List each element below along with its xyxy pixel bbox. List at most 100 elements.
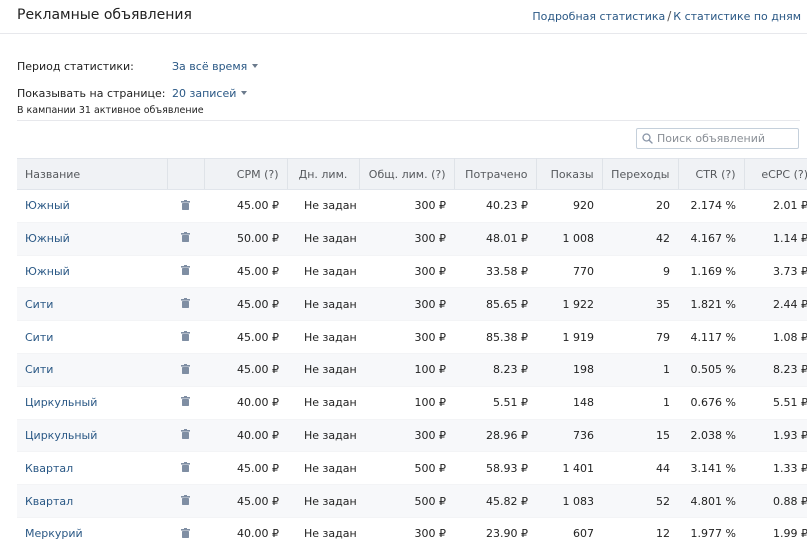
ecpc-cell: 2.44 ₽ bbox=[744, 287, 807, 322]
delete-button[interactable] bbox=[167, 255, 204, 289]
cpm-cell: 40.00 ₽ bbox=[204, 419, 287, 453]
cpm-cell: 45.00 ₽ bbox=[204, 320, 287, 354]
col-header-total-limit[interactable]: Общ. лим. (?) bbox=[359, 158, 455, 190]
ad-name-link[interactable]: Меркурий bbox=[17, 517, 167, 544]
delete-button[interactable] bbox=[167, 517, 204, 544]
delete-button[interactable] bbox=[167, 353, 204, 387]
spent-cell: 23.90 ₽ bbox=[454, 517, 536, 544]
ad-name-link[interactable]: Сити bbox=[17, 287, 167, 322]
delete-button[interactable] bbox=[167, 222, 204, 256]
col-header-impressions[interactable]: Показы bbox=[536, 158, 603, 190]
ad-name-link[interactable]: Циркульный bbox=[17, 386, 167, 420]
daily-limit-cell: Не задан bbox=[287, 386, 359, 420]
col-header-spent[interactable]: Потрачено bbox=[454, 158, 537, 190]
cpm-cell: 45.00 ₽ bbox=[204, 353, 287, 387]
impressions-cell: 736 bbox=[536, 419, 602, 453]
col-header-clicks[interactable]: Переходы bbox=[602, 158, 679, 190]
daily-stats-link[interactable]: К статистике по дням bbox=[673, 10, 801, 23]
clicks-cell: 79 bbox=[602, 320, 678, 354]
delete-button[interactable] bbox=[167, 386, 204, 420]
delete-button[interactable] bbox=[167, 287, 204, 322]
ctr-cell: 4.117 % bbox=[678, 320, 744, 354]
link-separator: / bbox=[667, 9, 672, 23]
ctr-cell: 0.676 % bbox=[678, 386, 744, 420]
trash-icon bbox=[181, 232, 190, 245]
total-limit-cell: 300 ₽ bbox=[359, 320, 454, 354]
ctr-cell: 1.977 % bbox=[678, 517, 744, 544]
clicks-cell: 12 bbox=[602, 517, 678, 544]
ad-name-link[interactable]: Циркульный bbox=[17, 419, 167, 453]
ctr-cell: 4.801 % bbox=[678, 484, 744, 518]
delete-button[interactable] bbox=[167, 320, 204, 354]
per-page-dropdown[interactable]: 20 записей bbox=[172, 87, 248, 100]
trash-icon bbox=[181, 527, 190, 541]
period-value: За всё время bbox=[172, 59, 248, 73]
table-row: Квартал 45.00 ₽ Не задан 500 ₽45.82 ₽1 083 5… bbox=[17, 484, 807, 518]
ad-name-link[interactable]: Южный bbox=[17, 189, 167, 223]
clicks-cell: 44 bbox=[602, 451, 678, 486]
ecpc-cell: 1.93 ₽ bbox=[744, 419, 807, 453]
per-page-label: Показывать на странице: bbox=[17, 86, 166, 100]
delete-button[interactable] bbox=[167, 189, 204, 223]
campaign-summary: В кампании 31 активное объявление bbox=[17, 105, 204, 116]
clicks-cell: 9 bbox=[602, 255, 678, 289]
trash-icon bbox=[181, 494, 190, 508]
trash-icon bbox=[181, 199, 190, 213]
ctr-cell: 2.038 % bbox=[678, 419, 744, 453]
ad-name-link[interactable]: Квартал bbox=[17, 451, 167, 486]
table-row: Меркурий 40.00 ₽ Не задан 300 ₽23.90 ₽607 12… bbox=[17, 517, 807, 544]
table-row: Сити 45.00 ₽ Не задан 300 ₽85.65 ₽1 922 35 1.… bbox=[17, 287, 807, 322]
cpm-cell: 45.00 ₽ bbox=[204, 287, 287, 322]
daily-limit-cell: Не задан bbox=[287, 320, 359, 354]
impressions-cell: 1 922 bbox=[536, 287, 602, 322]
delete-button[interactable] bbox=[167, 419, 204, 453]
ecpc-cell: 5.51 ₽ bbox=[744, 386, 807, 420]
ecpc-cell: 1.14 ₽ bbox=[744, 222, 807, 256]
ad-name-link[interactable]: Квартал bbox=[17, 484, 167, 518]
spent-cell: 45.82 ₽ bbox=[454, 484, 536, 518]
spent-cell: 40.23 ₽ bbox=[454, 189, 536, 223]
delete-button[interactable] bbox=[167, 451, 204, 486]
ad-name-link[interactable]: Южный bbox=[17, 255, 167, 289]
col-header-actions bbox=[167, 158, 205, 190]
table-row: Сити 45.00 ₽ Не задан 100 ₽8.23 ₽198 1 0.505 … bbox=[17, 353, 807, 387]
period-dropdown[interactable]: За всё время bbox=[172, 59, 259, 73]
col-header-daily-limit[interactable]: Дн. лим. bbox=[287, 158, 360, 190]
trash-icon bbox=[181, 462, 190, 475]
search-box[interactable] bbox=[636, 128, 799, 149]
ad-name-link[interactable]: Сити bbox=[17, 320, 167, 354]
impressions-cell: 148 bbox=[536, 386, 602, 420]
daily-limit-cell: Не задан bbox=[287, 287, 359, 322]
cpm-cell: 40.00 ₽ bbox=[204, 386, 287, 420]
col-header-ctr[interactable]: CTR (?) bbox=[678, 158, 745, 190]
ad-name-link[interactable]: Сити bbox=[17, 353, 167, 387]
ecpc-cell: 1.33 ₽ bbox=[744, 451, 807, 486]
spent-cell: 85.65 ₽ bbox=[454, 287, 536, 322]
table-row: Южный 45.00 ₽ Не задан 300 ₽40.23 ₽920 20 2.1… bbox=[17, 189, 807, 223]
search-input[interactable] bbox=[657, 132, 797, 145]
delete-button[interactable] bbox=[167, 484, 204, 518]
clicks-cell: 1 bbox=[602, 386, 678, 420]
total-limit-cell: 300 ₽ bbox=[359, 222, 454, 256]
col-header-cpm[interactable]: CPM (?) bbox=[204, 158, 288, 190]
detailed-stats-link[interactable]: Подробная статистика bbox=[532, 10, 665, 23]
cpm-cell: 45.00 ₽ bbox=[204, 451, 287, 486]
spent-cell: 85.38 ₽ bbox=[454, 320, 536, 354]
trash-icon bbox=[181, 330, 190, 344]
spent-cell: 48.01 ₽ bbox=[454, 222, 536, 256]
ads-table: Название CPM (?) Дн. лим. Общ. лим. (?) … bbox=[17, 158, 807, 544]
daily-limit-cell: Не задан bbox=[287, 517, 359, 544]
ctr-cell: 1.821 % bbox=[678, 287, 744, 322]
ad-name-link[interactable]: Южный bbox=[17, 222, 167, 256]
cpm-cell: 45.00 ₽ bbox=[204, 484, 287, 518]
ads-table-body: Южный 45.00 ₽ Не задан 300 ₽40.23 ₽920 20 2.1… bbox=[17, 189, 807, 544]
table-row: Сити 45.00 ₽ Не задан 300 ₽85.38 ₽1 919 79 4.… bbox=[17, 320, 807, 354]
col-header-ecpc[interactable]: eCPC (?) bbox=[744, 158, 807, 190]
ctr-cell: 1.169 % bbox=[678, 255, 744, 289]
table-row: Циркульный 40.00 ₽ Не задан 300 ₽28.96 ₽736… bbox=[17, 419, 807, 453]
clicks-cell: 1 bbox=[602, 353, 678, 387]
total-limit-cell: 500 ₽ bbox=[359, 451, 454, 486]
trash-icon bbox=[181, 363, 190, 377]
col-header-name[interactable]: Название bbox=[17, 158, 168, 190]
clicks-cell: 52 bbox=[602, 484, 678, 518]
